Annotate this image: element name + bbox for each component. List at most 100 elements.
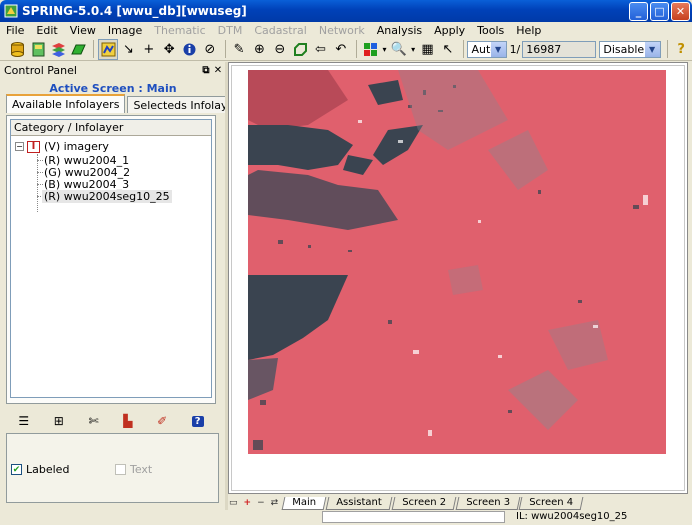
control-panel-title: Control Panel <box>4 64 77 77</box>
tab-available-infolayers[interactable]: Available Infolayers <box>6 94 126 113</box>
toolbar-separator <box>355 40 357 58</box>
scale-prefix: 1/ <box>509 42 521 56</box>
remove-screen-icon[interactable]: − <box>257 498 265 508</box>
restore-icon[interactable]: ⧉ <box>200 65 212 76</box>
control-panel-tools: ☰ ⊞ ✄ ▙ ✐ ? <box>6 411 216 431</box>
tree-category[interactable]: − I (V) imagery <box>15 140 109 153</box>
color-composite-icon[interactable] <box>360 39 379 60</box>
menu-bar: File Edit View Image Thematic DTM Cadast… <box>0 22 692 38</box>
tree-connector <box>37 154 38 212</box>
canvas-frame <box>228 62 688 494</box>
menu-tools[interactable]: Tools <box>471 24 510 37</box>
draw-mode-icon[interactable] <box>69 39 88 60</box>
menu-image[interactable]: Image <box>102 24 148 37</box>
tab-assistant[interactable]: Assistant <box>325 496 392 510</box>
checkmark-icon: ✔ <box>11 464 22 475</box>
labeled-checkbox[interactable]: ✔ Labeled <box>11 463 69 476</box>
cursor-link-icon[interactable]: ⊘ <box>200 39 219 60</box>
arrow-down-right-icon[interactable]: ↘ <box>119 39 138 60</box>
collapse-icon[interactable]: − <box>15 142 24 151</box>
list-icon[interactable]: ☰ <box>18 414 29 428</box>
cursor-mode-select[interactable]: Disable ▼ <box>599 40 661 58</box>
layers-icon[interactable] <box>49 39 68 60</box>
menu-dtm: DTM <box>217 23 243 37</box>
menu-cadastral: Cadastral <box>254 23 307 37</box>
zoom-area-icon[interactable] <box>290 39 309 60</box>
close-panel-icon[interactable]: ✕ <box>212 65 224 76</box>
toolbar-separator <box>462 40 464 58</box>
tree-item-layer-selected[interactable]: (R) wwu2004seg10_25 <box>42 190 172 203</box>
screen-tab-bar: ▭ + − ⇄ Main Assistant Screen 2 Screen 3… <box>226 496 584 510</box>
dropdown-arrow-icon[interactable]: ▾ <box>381 39 388 60</box>
toolbar-separator <box>93 40 95 58</box>
tree-connector <box>37 172 43 173</box>
tab-main[interactable]: Main <box>281 496 327 510</box>
menu-help[interactable]: Help <box>510 24 547 37</box>
tree-connector <box>37 160 43 161</box>
menu-network: Network <box>318 23 365 37</box>
add-screen-icon[interactable]: + <box>244 498 252 508</box>
undo-icon[interactable]: ↶ <box>331 39 350 60</box>
magnifier-icon[interactable]: 🔍 <box>389 39 408 60</box>
infolayer-tree: Category / Infolayer − I (V) imagery (R)… <box>10 119 212 398</box>
paint-icon[interactable]: ▙ <box>123 414 132 428</box>
tree-panel: Category / Infolayer − I (V) imagery (R)… <box>6 115 216 404</box>
crosshair-icon[interactable]: + <box>139 39 158 60</box>
chevron-down-icon: ▼ <box>644 41 660 57</box>
menu-view[interactable]: View <box>64 24 102 37</box>
toolbar-separator <box>666 40 668 58</box>
menu-analysis[interactable]: Analysis <box>371 24 428 37</box>
control-panel-header: Control Panel ⧉ ✕ <box>2 64 224 77</box>
tab-screen-3[interactable]: Screen 3 <box>455 496 520 510</box>
dropdown-arrow-icon[interactable]: ▾ <box>409 39 416 60</box>
menu-file[interactable]: File <box>0 24 30 37</box>
image-view-icon[interactable]: ⊞ <box>54 414 64 428</box>
pencil-icon[interactable]: ✎ <box>229 39 248 60</box>
select-pointer-icon[interactable]: ↖ <box>438 39 457 60</box>
help-icon[interactable]: ? <box>672 39 691 60</box>
scale-field[interactable]: 16987 <box>522 40 597 58</box>
labeled-label: Labeled <box>26 463 70 476</box>
swap-screen-icon[interactable]: ⇄ <box>271 498 279 508</box>
tab-assistant-label: Assistant <box>336 496 382 508</box>
tree-connector <box>37 184 43 185</box>
menu-edit[interactable]: Edit <box>30 24 63 37</box>
tree-header: Category / Infolayer <box>11 120 211 136</box>
display-icon[interactable] <box>98 38 118 60</box>
grid-icon[interactable]: ▦ <box>418 39 437 60</box>
chevron-down-icon: ▼ <box>490 41 506 57</box>
tab-screen-4[interactable]: Screen 4 <box>519 496 584 510</box>
close-button[interactable]: ✕ <box>671 1 690 21</box>
tab-screen-2-label: Screen 2 <box>401 496 446 508</box>
help-icon[interactable]: ? <box>191 415 204 427</box>
info-icon[interactable] <box>180 39 199 60</box>
pan-icon[interactable]: ✥ <box>159 39 178 60</box>
canvas[interactable] <box>231 65 685 491</box>
zoom-mode-select[interactable]: Auto ▼ <box>467 40 507 58</box>
window-title: SPRING-5.0.4 [wwu_db][wwuseg] <box>22 4 247 18</box>
category-label: (V) imagery <box>44 140 109 153</box>
toolbar: ↘ + ✥ ⊘ ✎ ⊕ ⊖ ⇦ ↶ ▾ 🔍 ▾ ▦ ↖ Auto ▼ 1/ 16… <box>0 38 692 61</box>
status-progress-field <box>322 511 505 523</box>
tab-screen-4-label: Screen 4 <box>529 496 574 508</box>
segmented-satellite-image[interactable] <box>248 70 666 454</box>
zoom-in-icon[interactable]: ⊕ <box>250 39 269 60</box>
screen-list-icon[interactable]: ▭ <box>229 498 238 508</box>
tab-screen-2[interactable]: Screen 2 <box>391 496 456 510</box>
spring-app-icon <box>4 4 18 18</box>
database-icon[interactable] <box>8 39 27 60</box>
tab-main-label: Main <box>292 496 317 508</box>
infolayer-tabs: Available Infolayers Selecteds Infolayer… <box>6 94 253 113</box>
edit-layer-icon[interactable]: ✄ <box>88 414 98 428</box>
display-options-box: ✔ Labeled Text <box>6 433 219 503</box>
eraser-icon[interactable]: ✐ <box>157 414 167 428</box>
minimize-button[interactable]: _ <box>629 1 648 21</box>
menu-apply[interactable]: Apply <box>428 24 471 37</box>
image-category-icon: I <box>27 140 40 153</box>
zoom-out-icon[interactable]: ⊖ <box>270 39 289 60</box>
text-label: Text <box>130 463 153 476</box>
maximize-button[interactable]: □ <box>650 1 669 21</box>
back-arrow-icon[interactable]: ⇦ <box>311 39 330 60</box>
project-icon[interactable] <box>28 39 47 60</box>
checkbox-empty <box>115 464 126 475</box>
